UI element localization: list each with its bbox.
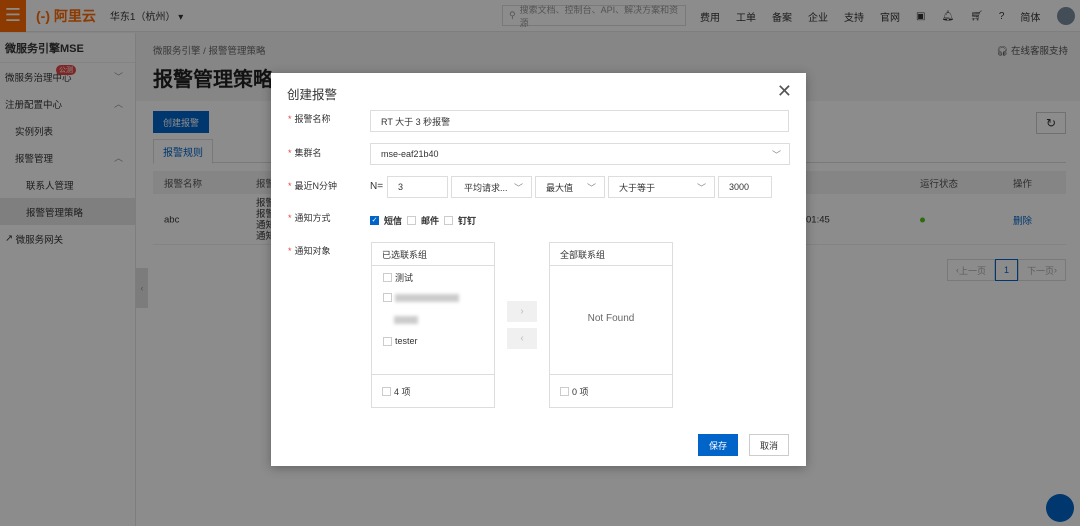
label-cluster: * 集群名 [288,148,322,158]
metric-value: 平均请求... [464,182,508,193]
empty-state: Not Found [587,313,635,324]
list-item[interactable]: 测试 [383,271,413,284]
close-icon[interactable]: ✕ [777,81,792,102]
list-footer: 0 项 [550,374,672,407]
list-title: 全部联系组 [550,243,672,266]
move-left-button[interactable]: ‹ [507,328,537,349]
n-prefix: N= [370,181,384,192]
list-footer: 4 项 [372,374,494,407]
checkbox[interactable] [383,336,392,346]
notify-methods: ✓ 短信 邮件 钉钉 [370,214,476,227]
operator-value: 大于等于 [619,182,656,193]
label-text: 通知对象 [294,246,331,256]
selected-groups-list: 已选联系组 测试 tester 4 项 [371,242,495,408]
chevron-down-icon: ﹀ [771,149,781,160]
move-right-button[interactable]: › [507,301,537,322]
sms-label: 短信 [384,216,403,226]
n-minutes-input[interactable]: 3 [387,176,448,198]
item-count: 0 项 [572,386,589,397]
item-label: 测试 [395,273,414,283]
dialog-title: 创建报警 [287,88,338,102]
dingtalk-label: 钉钉 [458,216,477,226]
list-item[interactable]: tester [383,336,418,346]
checkbox[interactable] [383,273,392,282]
chevron-down-icon: ﹀ [586,182,596,193]
threshold-input[interactable]: 3000 [718,176,772,198]
label-text: 集群名 [294,148,322,158]
cluster-value: mse-eaf21b40 [381,149,439,159]
create-alarm-dialog: 创建报警 ✕ * 报警名称 RT 大于 3 秒报警 * 集群名 mse-eaf21b… [271,73,806,466]
operator-select[interactable]: 大于等于 ﹀ [608,176,715,198]
cancel-button[interactable]: 取消 [749,434,789,456]
dingtalk-checkbox[interactable] [444,216,454,225]
chevron-down-icon: ﹀ [513,182,523,193]
select-all-checkbox[interactable] [560,386,569,396]
label-text: 报警名称 [294,114,331,124]
label-text: 通知方式 [294,213,331,223]
all-groups-list: 全部联系组 Not Found 0 项 [549,242,673,408]
label-text: 最近N分钟 [294,181,338,191]
sms-checkbox[interactable]: ✓ [370,216,379,225]
label-window: * 最近N分钟 [288,181,338,191]
redacted-text [394,316,418,324]
email-checkbox[interactable] [407,216,417,225]
list-item-redacted [394,316,418,324]
cluster-select[interactable]: mse-eaf21b40 ﹀ [370,143,790,165]
agg-value: 最大值 [546,182,574,193]
redacted-text [395,293,459,302]
aggregation-select[interactable]: 最大值 ﹀ [535,176,605,198]
list-item-redacted[interactable] [383,293,459,302]
save-button[interactable]: 保存 [698,434,738,456]
label-notify-method: * 通知方式 [288,213,331,223]
item-label: tester [395,336,418,346]
email-label: 邮件 [421,216,440,226]
chevron-down-icon: ﹀ [696,182,706,193]
alarm-name-input[interactable]: RT 大于 3 秒报警 [370,110,789,132]
list-title: 已选联系组 [372,243,494,266]
item-count: 4 项 [394,386,411,397]
label-name: * 报警名称 [288,114,331,124]
metric-select[interactable]: 平均请求... ﹀ [451,176,532,198]
label-notify-target: * 通知对象 [288,246,331,256]
checkbox[interactable] [383,293,392,302]
select-all-checkbox[interactable] [382,386,391,396]
